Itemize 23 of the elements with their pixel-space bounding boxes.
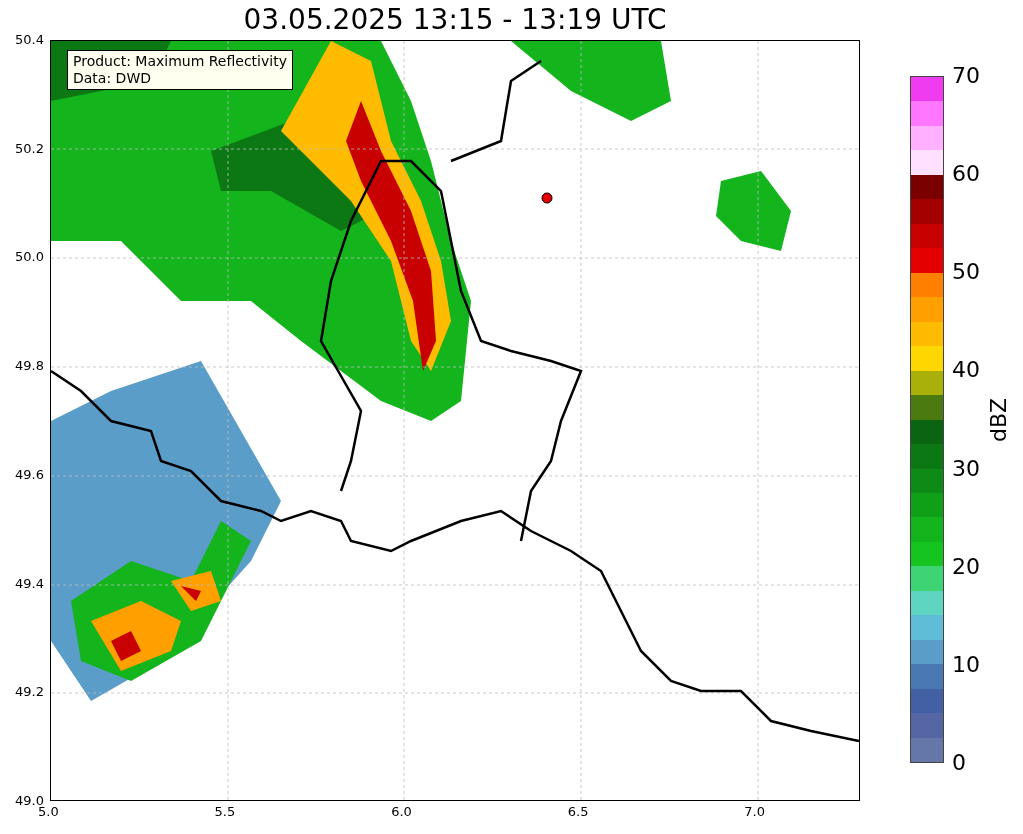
y-tick-label: 50.2 — [15, 140, 44, 157]
colorbar-tick-label: 40 — [952, 358, 980, 383]
x-tick-label: 5.5 — [214, 804, 236, 820]
x-tick-label: 6.0 — [391, 804, 412, 820]
y-tick-label: 49.8 — [15, 358, 44, 375]
colorbar-tick-label: 50 — [952, 260, 980, 285]
legend-text: Data: DWD — [73, 70, 152, 87]
legend-text: Product: Maximum Reflectivity — [73, 53, 287, 70]
y-tick-label: 49.4 — [15, 575, 44, 592]
colorbar-tick-label: 70 — [952, 64, 980, 88]
x-tick-label: 7.0 — [744, 804, 765, 820]
y-tick-label: 49.2 — [15, 684, 44, 701]
y-tick-label: 50.0 — [15, 249, 44, 266]
colorbar-tick-label: 60 — [952, 162, 980, 187]
colorbar-tick-label: 30 — [952, 456, 980, 481]
y-tick-label: 50.4 — [15, 32, 44, 48]
x-tick-label: 6.5 — [567, 804, 589, 820]
colorbar-tick-label: 10 — [952, 652, 980, 677]
colorbar-label: dBZ — [988, 397, 1010, 442]
colorbar-tick-label: 0 — [952, 751, 967, 775]
y-tick-label: 49.6 — [15, 466, 44, 483]
chart-title: 03.05.2025 13:15 - 13:19 UTC — [243, 6, 667, 34]
colorbar-tick-label: 20 — [952, 554, 980, 579]
